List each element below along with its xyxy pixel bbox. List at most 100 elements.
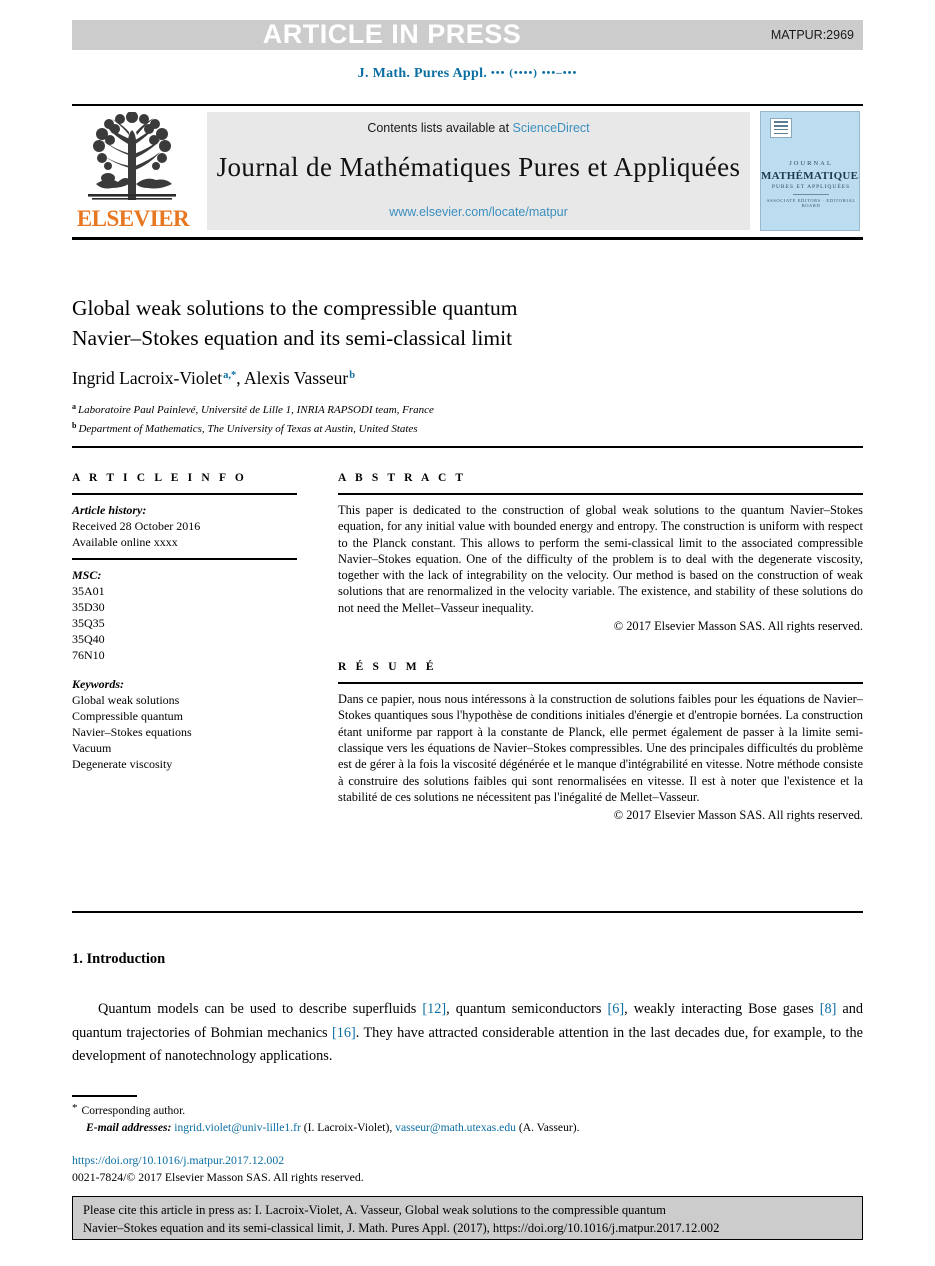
email-addresses-label: E-mail addresses: [86,1121,172,1134]
article-history-received: Received 28 October 2016 [72,519,201,533]
masthead-center-panel: Contents lists available at ScienceDirec… [207,112,750,230]
section-heading-introduction: 1. Introduction [72,951,166,967]
keyword-item: Global weak solutions [72,693,180,707]
abstract-column: A B S T R A C T This paper is dedicated … [338,472,863,824]
corresponding-author-note: * Corresponding author. [72,1100,863,1119]
issn-copyright-line: 0021-7824/© 2017 Elsevier Masson SAS. Al… [72,1170,364,1184]
asterisk-icon: * [72,1102,78,1114]
affiliation-text-a: Laboratoire Paul Painlevé, Université de… [78,404,434,416]
msc-code: 35Q35 [72,616,105,630]
affiliation-mark-b: b [72,421,77,430]
cite-this-article-box: Please cite this article in press as: I.… [72,1196,863,1240]
article-history-online: Available online xxxx [72,535,178,549]
msc-code: 76N10 [72,648,105,662]
cover-line-editors: ASSOCIATE EDITORS · EDITORIAL BOARD [766,198,856,208]
email-addresses-note: E-mail addresses: ingrid.violet@univ-lil… [72,1119,863,1136]
keyword-item: Navier–Stokes equations [72,725,192,739]
contents-available-line: Contents lists available at ScienceDirec… [207,121,750,135]
msc-block: MSC: 35A01 35D30 35Q35 35Q40 76N10 [72,567,297,663]
intro-text-2: , quantum semiconductors [446,1001,608,1017]
affiliation-text-b: Department of Mathematics, The Universit… [78,423,418,435]
article-info-rule-1 [72,493,297,495]
article-in-press-label: ARTICLE IN PRESS [262,19,522,49]
masthead-top-rule [72,104,863,106]
running-head-journal: J. Math. Pures Appl. [357,66,488,81]
journal-cover-thumbnail[interactable]: JOURNAL MATHÉMATIQUES PURES ET APPLIQUÉE… [760,111,860,231]
cite-line-2: Navier–Stokes equation and its semi-clas… [83,1220,720,1235]
elsevier-tree-icon [88,112,176,200]
affiliation-b: b Department of Mathematics, The Universi… [72,418,772,437]
cover-divider [793,194,829,195]
author-separator: , [236,368,244,388]
email-owner-2: (A. Vasseur). [518,1121,580,1134]
cover-line-journal: JOURNAL [789,160,833,167]
intro-text-3: , weakly interacting Bose gases [624,1001,820,1017]
keywords-block: Keywords: Global weak solutions Compress… [72,676,297,772]
footnotes-block: * Corresponding author. E-mail addresses:… [72,1100,863,1136]
running-head: J. Math. Pures Appl. ••• (••••) •••–••• [0,66,935,82]
author-name-1: Ingrid Lacroix-Violet [72,368,223,388]
journal-masthead: ELSEVIER Contents lists available at Sci… [72,108,863,234]
cover-logo-icon [770,118,792,138]
article-info-rule-2 [72,558,297,560]
cite-this-article-text: Please cite this article in press as: I.… [83,1202,855,1237]
article-history-label: Article history: [72,503,147,517]
sciencedirect-link[interactable]: ScienceDirect [513,121,590,135]
abstract-copyright: © 2017 Elsevier Masson SAS. All rights r… [613,619,863,634]
page-title: Global weak solutions to the compressibl… [72,293,712,353]
author-marks-2[interactable]: b [349,370,355,381]
keywords-label: Keywords: [72,677,124,691]
journal-title: Journal de Mathématiques Pures et Appliq… [216,152,741,182]
citation-ref-8[interactable]: [8] [820,1001,837,1017]
keyword-item: Degenerate viscosity [72,757,173,771]
msc-code: 35D30 [72,600,105,614]
cite-line-1: Please cite this article in press as: I.… [83,1203,666,1217]
email-link-vasseur[interactable]: vasseur@math.utexas.edu [395,1121,516,1134]
citation-ref-6[interactable]: [6] [607,1001,624,1017]
article-in-press-banner: ARTICLE IN PRESS MATPUR:2969 [72,20,863,50]
resume-copyright: © 2017 Elsevier Masson SAS. All rights r… [613,808,863,823]
resume-rule [338,682,863,685]
cover-line-pures: PURES ET APPLIQUÉES [771,184,851,190]
running-head-issue: ••• (••••) •••–••• [490,67,578,79]
keyword-item: Compressible quantum [72,709,183,723]
msc-code: 35A01 [72,584,105,598]
cover-line-mathematiques: MATHÉMATIQUES [761,170,860,182]
abstract-rule [338,493,863,495]
email-owner-1: (I. Lacroix-Violet), [303,1121,393,1134]
email-link-lacroix-violet[interactable]: ingrid.violet@univ-lille1.fr [174,1121,301,1134]
affiliation-a: a Laboratoire Paul Painlevé, Université d… [72,399,772,418]
resume-heading: R É S U M É [338,661,437,674]
author-marks-1[interactable]: a,* [223,370,236,381]
paper-title-line-2: Navier–Stokes equation and its semi-clas… [72,326,513,350]
manuscript-code: MATPUR:2969 [770,28,854,42]
masthead-bottom-rule [72,237,863,240]
article-history-block: Article history: Received 28 October 201… [72,502,297,550]
doi-block: https://doi.org/10.1016/j.matpur.2017.12… [72,1152,863,1186]
elsevier-wordmark: ELSEVIER [76,206,190,231]
footnote-separator-rule [72,1095,137,1097]
intro-text-1: Quantum models can be used to describe s… [98,1001,423,1017]
keyword-item: Vacuum [72,741,112,755]
corresponding-author-text: Corresponding author. [81,1104,186,1117]
introduction-paragraph: Quantum models can be used to describe s… [72,998,863,1069]
article-info-heading: A R T I C L E I N F O [72,472,247,484]
author-name-2: Alexis Vasseur [244,368,349,388]
msc-label: MSC: [72,568,102,582]
paper-title-line-1: Global weak solutions to the compressibl… [72,296,518,320]
citation-ref-12[interactable]: [12] [422,1001,446,1017]
doi-link[interactable]: https://doi.org/10.1016/j.matpur.2017.12… [72,1152,863,1169]
elsevier-logo: ELSEVIER [72,108,194,234]
resume-text: Dans ce papier, nous nous intéressons à … [338,692,863,804]
journal-url-link[interactable]: www.elsevier.com/locate/matpur [207,205,750,219]
citation-ref-16[interactable]: [16] [332,1025,356,1041]
author-list: Ingrid Lacroix-Violeta,*, Alexis Vasseur… [72,368,772,389]
affiliation-mark-a: a [72,402,76,411]
rule-below-authors [72,446,863,448]
article-info-column: A R T I C L E I N F O Article history: R… [72,472,297,772]
affiliation-list: a Laboratoire Paul Painlevé, Université d… [72,399,772,437]
abstract-text: This paper is dedicated to the construct… [338,503,863,615]
abstract-heading: A B S T R A C T [338,472,467,484]
rule-below-abstract [72,911,863,913]
